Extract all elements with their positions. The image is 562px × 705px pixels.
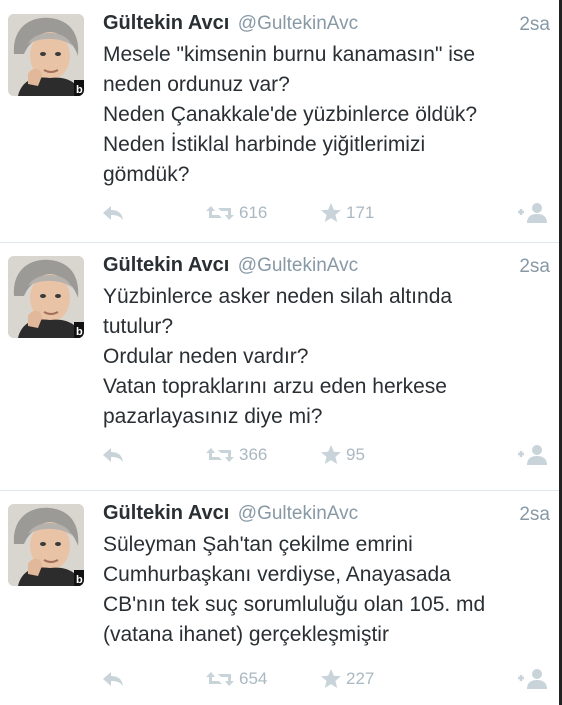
star-icon: [320, 203, 342, 223]
star-icon: [320, 445, 342, 465]
reply-icon: [101, 670, 125, 688]
retweet-icon: [205, 204, 235, 222]
tweet-text-line: pazarlayasınız diye mi?: [103, 405, 323, 428]
avatar[interactable]: b: [8, 504, 84, 586]
tweet-actions: 654 227: [0, 664, 562, 694]
svg-text:b: b: [76, 574, 83, 586]
tweet-text-line: Süleyman Şah'tan çekilme emrini: [103, 533, 413, 556]
tweet-text-line: Vatan topraklarını arzu eden herkese: [103, 375, 447, 398]
retweet-icon: [205, 446, 235, 464]
author-handle[interactable]: @GultekinAvc: [238, 255, 358, 276]
tweet-header: Gültekin Avcı @GultekinAvc 2sa: [103, 12, 550, 42]
tweet-text: Süleyman Şah'tan çekilme emrini Cumhurba…: [103, 530, 553, 650]
follow-button[interactable]: [516, 198, 550, 228]
timestamp[interactable]: 2sa: [519, 256, 550, 278]
author-name[interactable]: Gültekin Avcı: [103, 254, 229, 276]
tweet-text-line: Neden İstiklal harbinde yiğitlerimizi: [103, 133, 426, 156]
tweet-text-line: Mesele "kimsenin burnu kanamasın" ise: [103, 43, 476, 66]
retweet-count: 366: [239, 445, 268, 464]
tweet-actions: 616 171: [0, 198, 562, 228]
author-name[interactable]: Gültekin Avcı: [103, 12, 229, 34]
author-name[interactable]: Gültekin Avcı: [103, 502, 229, 524]
tweet-text-line: tutulur?: [103, 315, 174, 338]
tweet-text: Yüzbinlerce asker neden silah altında tu…: [103, 282, 553, 432]
follow-button[interactable]: [516, 440, 550, 470]
svg-text:b: b: [76, 84, 83, 96]
svg-text:b: b: [76, 326, 83, 338]
retweet-button[interactable]: 616: [205, 198, 267, 228]
tweet[interactable]: b Gültekin Avcı @GultekinAvc 2sa Yüzbinl…: [0, 242, 562, 490]
reply-icon: [101, 446, 125, 464]
tweet-text-line: Yüzbinlerce asker neden silah altında: [103, 285, 453, 308]
tweet[interactable]: b Gültekin Avcı @GultekinAvc 2sa Süleyma…: [0, 490, 562, 705]
tweet[interactable]: b Gültekin Avcı @GultekinAvc 2sa Mesele …: [0, 0, 562, 242]
tweet-text-line: Ordular neden vardır?: [103, 345, 309, 368]
timestamp[interactable]: 2sa: [519, 504, 550, 526]
tweet-header: Gültekin Avcı @GultekinAvc 2sa: [103, 502, 550, 532]
tweet-feed: b Gültekin Avcı @GultekinAvc 2sa Mesele …: [0, 0, 562, 705]
star-icon: [320, 669, 342, 689]
retweet-count: 654: [239, 669, 268, 688]
tweet-header: Gültekin Avcı @GultekinAvc 2sa: [103, 254, 550, 284]
tweet-actions: 366 95: [0, 440, 562, 470]
favorite-count: 171: [346, 203, 375, 222]
reply-button[interactable]: [101, 664, 125, 694]
tweet-text-line: Cumhurbaşkanı verdiyse, Anayasada: [103, 563, 451, 586]
tweet-text-line: CB'nın tek suç sorumluluğu olan 105. md: [103, 593, 486, 616]
favorite-button[interactable]: 95: [320, 440, 365, 470]
reply-button[interactable]: [101, 198, 125, 228]
timestamp[interactable]: 2sa: [519, 14, 550, 36]
author-handle[interactable]: @GultekinAvc: [238, 503, 358, 524]
follow-button[interactable]: [516, 664, 550, 694]
tweet-text-line: gömdük?: [103, 163, 190, 186]
follow-icon: [516, 202, 550, 224]
reply-button[interactable]: [101, 440, 125, 470]
favorite-button[interactable]: 171: [320, 198, 374, 228]
favorite-button[interactable]: 227: [320, 664, 374, 694]
favorite-count: 95: [346, 445, 365, 464]
retweet-button[interactable]: 654: [205, 664, 267, 694]
tweet-text: Mesele "kimsenin burnu kanamasın" ise ne…: [103, 40, 553, 190]
author-handle[interactable]: @GultekinAvc: [238, 13, 358, 34]
favorite-count: 227: [346, 669, 375, 688]
retweet-button[interactable]: 366: [205, 440, 267, 470]
tweet-text-line: neden ordunuz var?: [103, 73, 290, 96]
follow-icon: [516, 668, 550, 690]
tweet-text-line: (vatana ihanet) gerçekleşmiştir: [103, 623, 389, 646]
avatar[interactable]: b: [8, 14, 84, 96]
reply-icon: [101, 204, 125, 222]
follow-icon: [516, 444, 550, 466]
avatar[interactable]: b: [8, 256, 84, 338]
retweet-icon: [205, 670, 235, 688]
retweet-count: 616: [239, 203, 268, 222]
tweet-text-line: Neden Çanakkale'de yüzbinlerce öldük?: [103, 103, 478, 126]
